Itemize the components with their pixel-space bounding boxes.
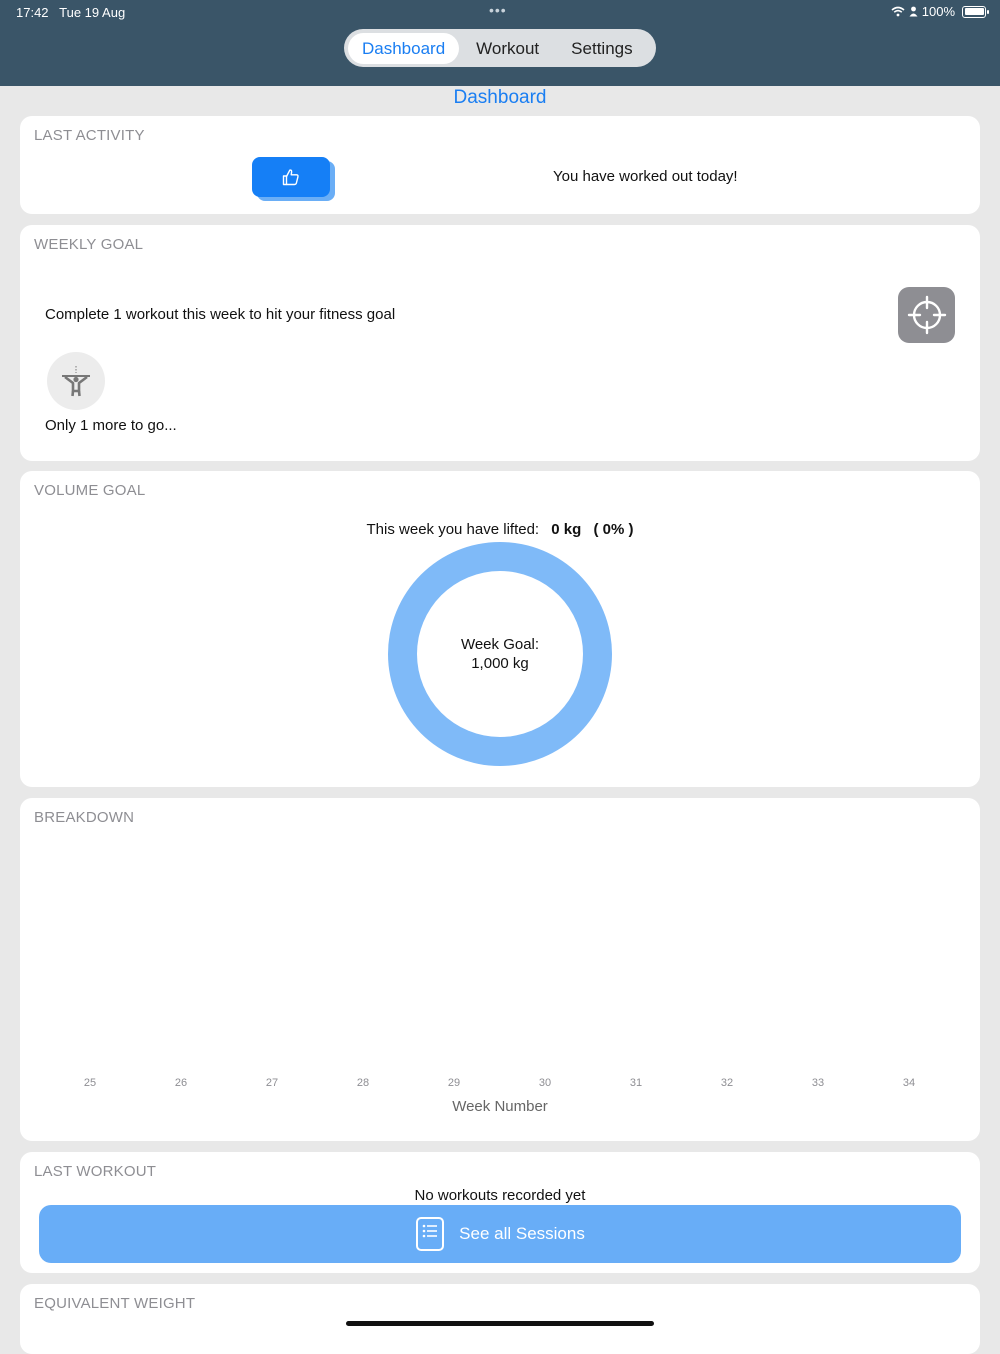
card-title: LAST ACTIVITY: [34, 127, 145, 144]
week-tick-label: 27: [265, 1077, 279, 1089]
multitasking-dots[interactable]: •••: [489, 2, 507, 18]
status-date: Tue 19 Aug: [59, 5, 126, 20]
week-tick-label: 25: [83, 1077, 97, 1089]
last-workout-card: LAST WORKOUT No workouts recorded yet Se…: [20, 1152, 980, 1273]
week-tick-label: 26: [174, 1077, 188, 1089]
status-time: 17:42: [16, 5, 49, 20]
workout-progress-avatar: [47, 352, 105, 410]
crosshair-icon: [907, 295, 946, 335]
week-goal-value: 1,000 kg: [471, 655, 529, 672]
breakdown-card: BREAKDOWN 25 26 27 28 29 30 31 32 33 34 Week Numb…: [20, 798, 980, 1141]
battery-percent: 100%: [921, 4, 955, 19]
set-goal-button[interactable]: [898, 287, 955, 343]
weekly-goal-text: Complete 1 workout this week to hit your…: [45, 306, 396, 323]
week-tick-label: 29: [447, 1077, 461, 1089]
card-title: VOLUME GOAL: [34, 482, 146, 499]
last-activity-card: LAST ACTIVITY You have worked out today!: [20, 116, 980, 214]
list-document-icon: [416, 1217, 445, 1251]
volume-progress-ring: Week Goal: 1,000 kg: [388, 542, 612, 766]
activity-message: You have worked out today!: [553, 168, 738, 185]
status-indicators: 100%: [891, 4, 989, 19]
week-tick-label: 32: [720, 1077, 734, 1089]
card-title: EQUIVALENT WEIGHT: [34, 1295, 196, 1312]
thumbs-up-button-face[interactable]: [252, 157, 330, 197]
person-status-icon: [909, 6, 918, 17]
remaining-workouts-text: Only 1 more to go...: [45, 417, 177, 434]
see-all-sessions-button[interactable]: See all Sessions: [39, 1205, 961, 1263]
week-goal-label: Week Goal:: [460, 636, 540, 653]
week-tick-label: 30: [538, 1077, 552, 1089]
lifted-label: This week you have lifted:: [366, 521, 540, 538]
lifted-value: 0 kg: [551, 521, 582, 538]
volume-goal-card: VOLUME GOAL This week you have lifted: 0…: [20, 471, 980, 787]
weekly-goal-card: WEEKLY GOAL Complete 1 workout this week…: [20, 225, 980, 461]
week-tick-label: 34: [902, 1077, 916, 1089]
thumbs-up-icon: [282, 169, 299, 186]
tab-workout[interactable]: Workout: [462, 33, 553, 64]
equivalent-weight-card: EQUIVALENT WEIGHT: [20, 1284, 980, 1354]
week-tick-label: 31: [629, 1077, 643, 1089]
lifted-percent: ( 0% ): [593, 521, 634, 538]
see-all-sessions-label: See all Sessions: [459, 1224, 585, 1243]
x-axis-label: Week Number: [452, 1098, 548, 1115]
week-tick-label: 33: [811, 1077, 825, 1089]
wifi-icon: [891, 6, 905, 17]
no-workouts-text: No workouts recorded yet: [414, 1187, 586, 1204]
thumbs-up-button[interactable]: [252, 157, 335, 201]
tab-segmented-control: Dashboard Workout Settings: [344, 29, 656, 67]
home-indicator[interactable]: [346, 1321, 654, 1326]
tab-dashboard[interactable]: Dashboard: [348, 32, 460, 64]
page-title: Dashboard: [453, 87, 547, 108]
top-bar: 17:42 Tue 19 Aug ••• 100% Dashboard Work…: [0, 0, 1000, 86]
card-title: LAST WORKOUT: [34, 1163, 157, 1180]
week-tick-label: 28: [356, 1077, 370, 1089]
lifted-summary: This week you have lifted: 0 kg ( 0% ): [20, 521, 980, 538]
card-title: WEEKLY GOAL: [34, 236, 144, 253]
tab-settings[interactable]: Settings: [557, 33, 646, 64]
person-icon: [62, 366, 90, 397]
battery-icon: [962, 5, 989, 18]
card-title: BREAKDOWN: [34, 809, 135, 826]
status-time-date: 17:42 Tue 19 Aug: [16, 5, 125, 20]
ring-center: Week Goal: 1,000 kg: [417, 571, 583, 737]
